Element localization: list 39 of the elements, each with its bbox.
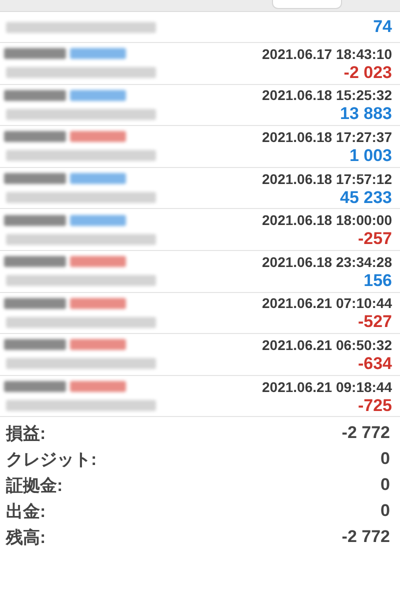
profit-value: 74	[373, 17, 392, 37]
summary-value: 0	[380, 501, 390, 522]
summary-label: クレジット:	[6, 448, 97, 471]
profit-value: -527	[358, 312, 392, 332]
summary-label: 損益:	[6, 422, 46, 445]
trade-time: 2021.06.21 09:18:44	[262, 378, 392, 395]
profit-value: -725	[358, 396, 392, 416]
summary-value: 0	[380, 475, 390, 496]
summary-label: 残高:	[6, 526, 46, 549]
profit-value: -634	[358, 354, 392, 374]
trade-time: 2021.06.18 17:57:12	[262, 170, 392, 187]
redacted-text	[4, 131, 66, 142]
segment[interactable]	[272, 0, 342, 9]
redacted-text	[4, 256, 66, 268]
profit-value: 1 003	[349, 146, 392, 166]
redacted-text	[4, 48, 66, 60]
redacted-text	[4, 214, 66, 226]
trade-time: 2021.06.17 18:43:10	[262, 46, 392, 62]
trade-time: 2021.06.21 07:10:44	[262, 295, 392, 312]
profit-value: -2 023	[344, 62, 392, 83]
summary-value: -2 772	[342, 527, 390, 548]
redacted-text	[4, 173, 66, 184]
redacted-text	[4, 339, 66, 350]
profit-value: 156	[364, 270, 392, 291]
profit-value: -257	[358, 229, 392, 250]
summary-value: -2 772	[342, 423, 390, 444]
summary-value: 0	[380, 449, 390, 470]
profit-value: 13 883	[340, 104, 392, 124]
profit-value: 45 233	[340, 188, 392, 208]
summary-label: 証拠金:	[6, 474, 63, 497]
trade-time: 2021.06.18 18:00:00	[262, 212, 392, 228]
trade-time: 2021.06.18 15:25:32	[262, 87, 392, 104]
redacted-text	[4, 90, 66, 101]
trade-time: 2021.06.18 17:27:37	[262, 128, 392, 145]
trade-time: 2021.06.18 23:34:28	[262, 254, 392, 270]
trade-time: 2021.06.21 06:50:32	[262, 336, 392, 353]
summary-label: 出金:	[6, 500, 46, 523]
redacted-text	[4, 381, 66, 392]
redacted-text	[4, 298, 66, 309]
